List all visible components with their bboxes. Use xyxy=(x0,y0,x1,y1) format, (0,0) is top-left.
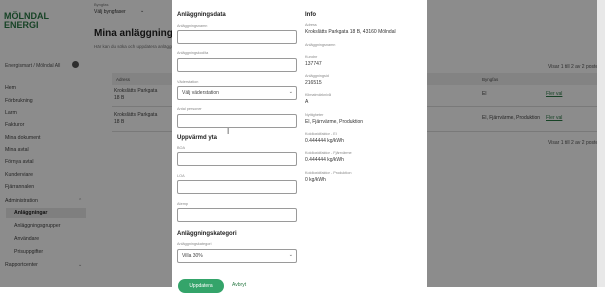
info-key: Adress xyxy=(305,23,317,27)
info-value: 0.444444 kg/kWh xyxy=(305,138,344,144)
scrollbar[interactable] xyxy=(597,0,605,287)
persons-input[interactable] xyxy=(177,114,297,128)
info-value: El, Fjärrvärme, Produktion xyxy=(305,119,364,125)
info-value: A xyxy=(305,99,309,105)
info-key: Anläggningsnamn xyxy=(305,43,336,47)
boa-input[interactable] xyxy=(177,152,297,166)
atemp-input[interactable] xyxy=(177,208,297,222)
info-key: Koldioxidfaktor - Fjärrvärme xyxy=(305,151,352,155)
info-title: Info xyxy=(305,12,316,18)
section-title-uppvarmd-yta: Uppvärmd yta xyxy=(177,135,218,141)
chevron-down-icon: ⌄ xyxy=(288,252,293,258)
facility-code-input[interactable] xyxy=(177,58,297,72)
section-title-anlaggningsdata: Anläggningsdata xyxy=(177,12,226,18)
info-value: 0 kg/kWh xyxy=(305,177,326,183)
loa-label: LOA xyxy=(177,174,185,178)
weather-station-select[interactable]: Välj väderstation ⌄ xyxy=(177,86,297,100)
weather-station-label: Väderstation xyxy=(177,80,199,84)
atemp-label: Atemp xyxy=(177,202,188,206)
info-value: Krokslätts Parkgata 18 B, 43160 Mölndal xyxy=(305,29,396,35)
chevron-down-icon: ⌄ xyxy=(288,89,293,95)
info-key: Nyttigheter xyxy=(305,113,324,117)
info-value: 137747 xyxy=(305,61,322,67)
info-key: Anläggningsid xyxy=(305,74,329,78)
info-key: Koldioxidfaktor - Produktion xyxy=(305,171,352,175)
facility-name-label: Anläggningsnamn xyxy=(177,24,208,28)
cancel-button[interactable]: Avbryt xyxy=(232,282,246,288)
category-label: Anläggningskategori xyxy=(177,242,212,246)
info-value: 0.444444 kg/kWh xyxy=(305,157,344,163)
loa-input[interactable] xyxy=(177,180,297,194)
info-key: Kundnr xyxy=(305,55,318,59)
info-key: Koldioxidfaktor - El xyxy=(305,132,337,136)
category-select[interactable]: Villa 30% ⌄ xyxy=(177,249,297,263)
info-value: 216515 xyxy=(305,80,322,86)
boa-label: BOA xyxy=(177,146,186,150)
info-key: Klimatmärknivå xyxy=(305,93,331,97)
section-title-kategori: Anläggningskategori xyxy=(177,231,237,237)
persons-label: Antal personer xyxy=(177,107,202,111)
save-button[interactable]: Uppdatera xyxy=(178,279,224,293)
facility-code-label: Anläggningskod/ta xyxy=(177,51,209,55)
facility-name-input[interactable] xyxy=(177,30,297,44)
text-cursor-icon: I xyxy=(227,127,230,136)
